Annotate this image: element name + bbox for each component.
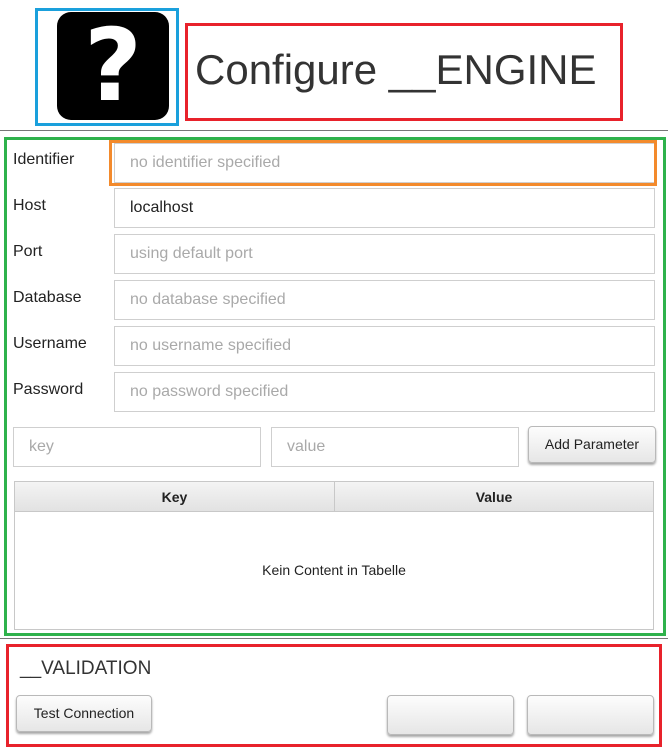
parameter-value-input[interactable]: value — [271, 427, 519, 467]
column-header-key[interactable]: Key — [15, 482, 334, 512]
identifier-label: Identifier — [13, 151, 75, 168]
header-divider — [0, 130, 668, 131]
add-parameter-button[interactable]: Add Parameter — [528, 426, 656, 463]
section-divider — [0, 638, 668, 639]
host-label: Host — [13, 197, 46, 214]
identifier-highlight-frame — [109, 140, 657, 186]
password-label: Password — [13, 381, 84, 398]
validation-title: __VALIDATION — [20, 658, 152, 679]
validation-button-2[interactable] — [387, 695, 514, 735]
database-input[interactable]: no database specified — [114, 280, 655, 320]
host-input[interactable]: localhost — [114, 188, 655, 228]
username-label: Username — [13, 335, 87, 352]
column-header-value[interactable]: Value — [335, 482, 653, 512]
validation-button-3[interactable] — [527, 695, 654, 735]
page-title: Configure __ENGINE — [195, 46, 597, 93]
username-input[interactable]: no username specified — [114, 326, 655, 366]
parameter-key-input[interactable]: key — [13, 427, 261, 467]
port-input[interactable]: using default port — [114, 234, 655, 274]
test-connection-button[interactable]: Test Connection — [16, 695, 152, 732]
table-empty-message: Kein Content in Tabelle — [262, 562, 406, 578]
password-input[interactable]: no password specified — [114, 372, 655, 412]
table-header: Key Value — [15, 482, 653, 512]
port-label: Port — [13, 243, 43, 260]
parameter-table: Key Value Kein Content in Tabelle — [14, 481, 654, 630]
database-label: Database — [13, 289, 82, 306]
question-mark-icon: ? — [57, 12, 169, 120]
